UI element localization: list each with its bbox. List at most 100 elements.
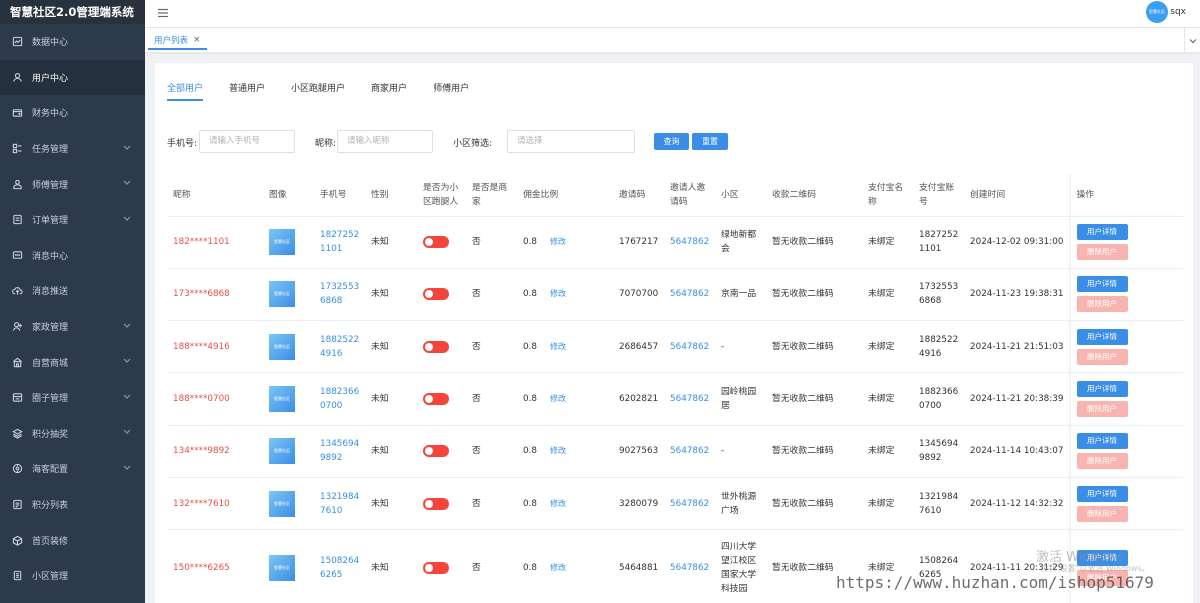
config-icon — [12, 463, 23, 474]
nick-input[interactable]: 请输入昵称 — [337, 130, 433, 153]
reset-button[interactable]: 重置 — [692, 133, 728, 150]
sidebar-item-label: 自营商城 — [32, 358, 69, 369]
invite-code: 3280079 — [613, 477, 664, 531]
runner-toggle[interactable] — [423, 340, 449, 353]
community-label: 小区筛选: — [453, 139, 493, 149]
actions-cell: 用户详情 删除用户 — [1069, 216, 1185, 269]
delete-user-button[interactable]: 删除用户 — [1076, 453, 1128, 470]
inviter-code[interactable]: 5647862 — [664, 529, 715, 603]
inviter-code[interactable]: 5647862 — [664, 477, 715, 531]
runner-toggle[interactable] — [423, 236, 449, 249]
delete-user-button[interactable]: 删除用户 — [1076, 505, 1128, 522]
tab-user-list[interactable]: 用户列表 × — [148, 32, 207, 50]
delete-user-button[interactable]: 删除用户 — [1076, 244, 1128, 261]
tab-runner-users[interactable]: 小区跑腿用户 — [291, 81, 345, 101]
payment-qrcode: 暂无收款二维码 — [766, 320, 862, 374]
delete-user-button[interactable]: 删除用户 — [1076, 401, 1128, 418]
chevron-down-icon[interactable] — [1184, 28, 1200, 53]
payment-qrcode: 暂无收款二维码 — [766, 268, 862, 322]
actions-cell: 用户详情 删除用户 — [1069, 268, 1185, 322]
inviter-code[interactable]: 5647862 — [664, 320, 715, 374]
edit-commission-link[interactable]: 修改 — [550, 237, 566, 246]
chevron-down-icon — [123, 214, 131, 225]
sidebar-item-label: 积分抽奖 — [32, 429, 69, 440]
commission-value: 0.8 — [523, 341, 537, 352]
community: 世外桃源广场 — [715, 477, 766, 531]
alipay-account: 1882522 4916 — [913, 320, 964, 374]
inviter-code[interactable]: 5647862 — [664, 216, 715, 269]
sidebar-item[interactable]: 圈子管理 — [0, 380, 145, 416]
sidebar-item[interactable]: 首页装修 — [0, 522, 145, 558]
tab-merchant-users[interactable]: 商家用户 — [371, 81, 407, 101]
username[interactable]: sqx — [1170, 7, 1186, 17]
sidebar-item[interactable]: 财务中心 — [0, 95, 145, 131]
edit-commission-link[interactable]: 修改 — [550, 394, 566, 403]
edit-commission-link[interactable]: 修改 — [550, 342, 566, 351]
commission-cell: 0.8 修改 — [517, 477, 613, 531]
delete-user-button[interactable]: 删除用户 — [1076, 348, 1128, 365]
sidebar-item[interactable]: 用户中心 — [0, 59, 145, 96]
edit-commission-link[interactable]: 修改 — [550, 563, 566, 572]
sidebar-item[interactable]: 消息推送 — [0, 273, 145, 309]
community: - — [715, 320, 766, 374]
runner-toggle[interactable] — [423, 288, 449, 301]
delete-user-button[interactable]: 删除用户 — [1076, 296, 1128, 313]
user-detail-button[interactable]: 用户详情 — [1076, 433, 1128, 450]
alipay-name: 未绑定 — [862, 529, 913, 603]
inviter-code[interactable]: 5647862 — [664, 425, 715, 478]
alipay-account: 1345694 9892 — [913, 425, 964, 478]
inviter-code[interactable]: 5647862 — [664, 372, 715, 426]
edit-commission-link[interactable]: 修改 — [550, 289, 566, 298]
user-detail-button[interactable]: 用户详情 — [1076, 381, 1128, 398]
commission-cell: 0.8 修改 — [517, 320, 613, 374]
table-row: 188****0700 智慧社区 1882366 0700 未知否 0.8 修改 620282… — [167, 372, 1185, 426]
phone-input[interactable]: 请输入手机号 — [199, 130, 295, 153]
user-detail-button[interactable]: 用户详情 — [1076, 224, 1128, 241]
phone-number: 1732553 6868 — [314, 268, 365, 322]
sidebar-item[interactable]: 任务管理 — [0, 131, 145, 167]
user-detail-button[interactable]: 用户详情 — [1076, 485, 1128, 502]
menu-toggle-icon[interactable] — [157, 7, 169, 19]
inviter-code[interactable]: 5647862 — [664, 268, 715, 322]
avatar: 智慧社区 — [269, 229, 295, 256]
sidebar-item[interactable]: 订单管理 — [0, 202, 145, 238]
sidebar-item-label: 消息中心 — [32, 251, 69, 262]
created-time: 2024-11-21 20:38:39 — [964, 372, 1070, 426]
tab-normal-users[interactable]: 普通用户 — [229, 81, 265, 101]
payment-qrcode: 暂无收款二维码 — [766, 477, 862, 531]
sidebar-item[interactable]: 积分列表 — [0, 487, 145, 523]
runner-toggle[interactable] — [423, 393, 449, 406]
runner-toggle[interactable] — [423, 561, 449, 574]
sidebar-item[interactable]: 自营商城 — [0, 344, 145, 380]
edit-commission-link[interactable]: 修改 — [550, 499, 566, 508]
tab-worker-users[interactable]: 师傅用户 — [433, 81, 469, 101]
search-button[interactable]: 查询 — [654, 133, 689, 150]
sidebar-item[interactable]: 海客配置 — [0, 451, 145, 487]
user-detail-button[interactable]: 用户详情 — [1076, 276, 1128, 293]
community-select[interactable]: 请选择 — [507, 130, 635, 153]
user-type-tabs: 全部用户 普通用户 小区跑腿用户 商家用户 师傅用户 — [167, 81, 495, 101]
user-detail-button[interactable]: 用户详情 — [1076, 328, 1128, 345]
actions-cell: 用户详情 删除用户 — [1069, 425, 1185, 478]
sidebar-item[interactable]: 积分抽奖 — [0, 416, 145, 452]
avatar[interactable]: 智慧社区 — [1146, 1, 1168, 23]
runner-toggle[interactable] — [423, 497, 449, 510]
sidebar-item-label: 积分列表 — [32, 501, 69, 512]
sidebar-item[interactable]: 家政管理 — [0, 309, 145, 345]
phone-number: 1508264 6265 — [314, 529, 365, 603]
community: 四川大学望江校区国家大学科技园 — [715, 529, 766, 603]
close-icon[interactable]: × — [193, 35, 201, 45]
table-row: 188****4916 智慧社区 1882522 4916 未知否 0.8 修改 268645… — [167, 320, 1185, 374]
sidebar-item-label: 圈子管理 — [32, 394, 69, 405]
sidebar-item[interactable]: 消息中心 — [0, 238, 145, 274]
sidebar-item[interactable]: 数据中心 — [0, 24, 145, 60]
sidebar-item[interactable]: 师傅管理 — [0, 166, 145, 202]
edit-commission-link[interactable]: 修改 — [550, 446, 566, 455]
runner-toggle[interactable] — [423, 445, 449, 458]
sidebar-item[interactable]: 小区管理 — [0, 558, 145, 594]
avatar: 智慧社区 — [269, 281, 295, 308]
tab-all-users[interactable]: 全部用户 — [167, 81, 204, 101]
created-time: 2024-12-02 09:31:00 — [964, 216, 1070, 269]
col-qrcode: 收款二维码 — [766, 174, 862, 217]
chevron-down-icon — [123, 463, 131, 474]
